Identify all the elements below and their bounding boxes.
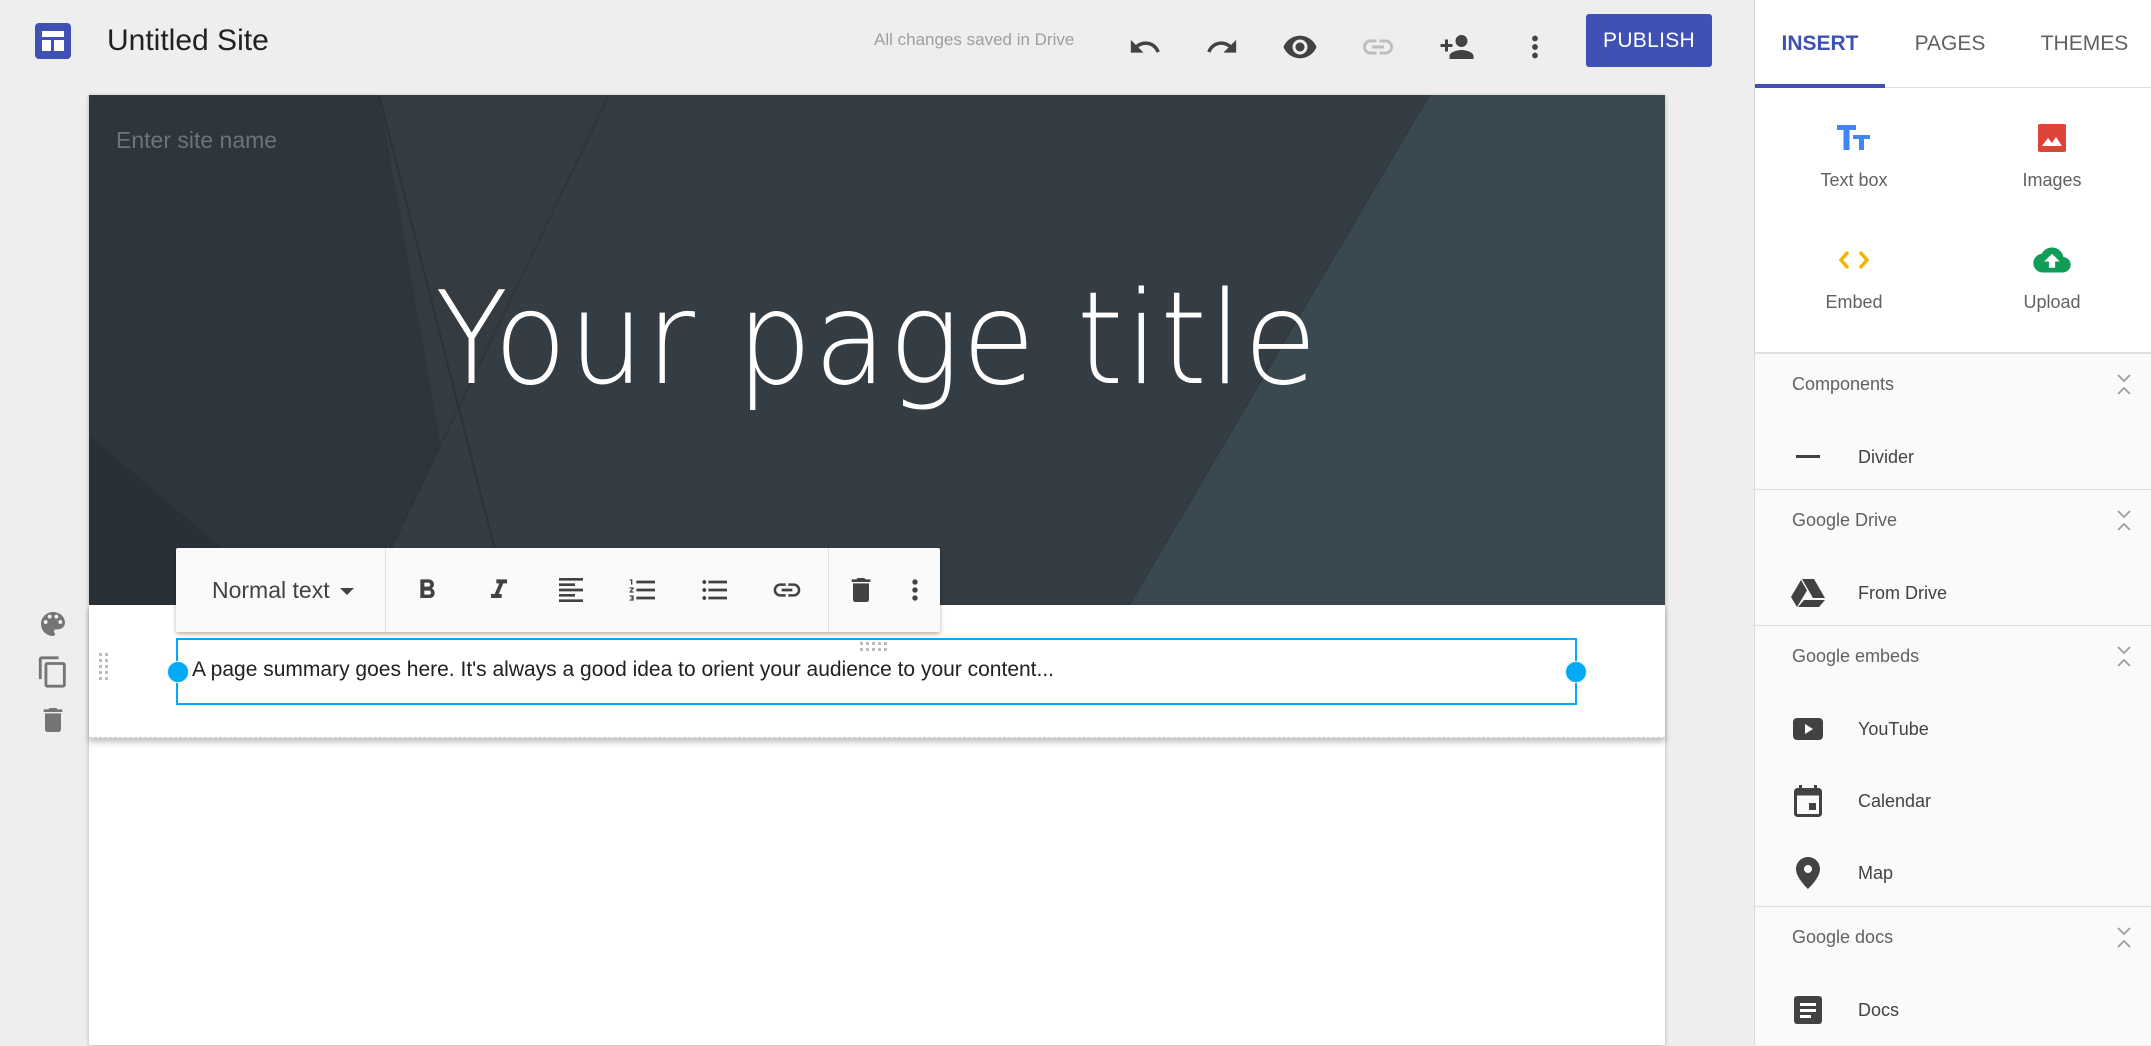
paragraph-style-label: Normal text [212,576,330,603]
docs-icon [1789,996,1827,1024]
publish-button[interactable]: PUBLISH [1586,14,1712,67]
youtube-icon [1789,718,1827,740]
paragraph-style-dropdown[interactable]: Normal text [176,548,386,632]
item-label: Calendar [1858,790,1932,811]
caret-down-icon [339,588,354,595]
panel-tabs: INSERT PAGES THEMES [1755,0,2151,88]
trash-icon [43,708,63,732]
insert-images[interactable]: Images [1953,88,2151,210]
align-left-icon [559,578,583,602]
insert-grid: Text box Images Embed Upload [1755,88,2151,353]
more-options-button[interactable] [1517,29,1553,65]
insert-link-button[interactable] [751,548,823,632]
copy-link-button[interactable] [1360,29,1396,65]
drive-icon [1789,578,1827,608]
item-label: From Drive [1858,582,1947,603]
numbered-list-button[interactable] [607,548,679,632]
share-button[interactable] [1439,29,1475,65]
undo-icon [1130,39,1160,53]
section-google-docs-header[interactable]: Google docs [1755,906,2151,970]
collapse-chevrons-icon[interactable] [2116,925,2132,951]
insert-divider[interactable]: Divider [1755,421,2151,493]
insert-docs[interactable]: Docs [1755,974,2151,1046]
image-icon [2037,118,2067,158]
insert-item-label: Upload [2023,292,2081,312]
align-left-button[interactable] [535,548,607,632]
italic-icon [491,579,507,598]
redo-icon [1207,39,1237,53]
insert-item-label: Embed [1825,292,1883,312]
eye-icon [1283,35,1317,59]
map-pin-icon [1789,857,1827,889]
save-status: All changes saved in Drive [874,30,1075,49]
divider-icon [1789,455,1827,459]
textbox-more-button[interactable] [893,548,937,632]
collapse-chevrons-icon[interactable] [2116,372,2132,398]
section-google-embeds-header[interactable]: Google embeds [1755,625,2151,689]
cloud-upload-icon [2033,240,2071,280]
section-title: Google embeds [1792,646,1920,666]
trash-icon [851,578,871,602]
insert-item-label: Images [2022,170,2082,190]
insert-youtube[interactable]: YouTube [1755,693,2151,765]
redo-button[interactable] [1204,29,1240,65]
page-title[interactable]: Your page title [144,265,1610,414]
section-drag-handle[interactable] [99,653,109,681]
copy-icon [38,656,66,688]
link-icon [1363,39,1393,55]
italic-button[interactable] [463,548,535,632]
resize-handle-right[interactable] [1565,661,1587,683]
delete-textbox-button[interactable] [829,548,893,632]
collapse-chevrons-icon[interactable] [2116,644,2132,670]
link-icon [773,583,801,597]
item-label: Map [1858,862,1894,883]
item-label: YouTube [1858,718,1929,739]
item-label: Divider [1858,446,1915,467]
bold-button[interactable] [391,548,463,632]
insert-upload[interactable]: Upload [1953,210,2151,332]
site-name-input[interactable]: Enter site name [116,127,277,154]
insert-calendar[interactable]: Calendar [1755,765,2151,837]
more-vert-icon [912,579,918,601]
collapse-chevrons-icon[interactable] [2116,508,2132,534]
summary-text[interactable]: A page summary goes here. It's always a … [192,658,1054,682]
insert-item-label: Text box [1820,170,1888,190]
textbox-drag-handle[interactable] [860,642,888,652]
preview-button[interactable] [1282,29,1318,65]
section-background-button[interactable] [36,607,70,641]
text-box-icon [1837,118,1871,158]
palette-icon [41,612,65,636]
more-vert-icon [1532,35,1538,59]
calendar-icon [1789,785,1827,817]
tab-themes[interactable]: THEMES [2017,0,2151,88]
section-components-header[interactable]: Components [1755,353,2151,417]
item-label: Docs [1858,999,1900,1020]
bold-icon [420,579,435,598]
google-sites-logo-icon[interactable] [35,23,71,59]
insert-embed[interactable]: Embed [1755,210,1953,332]
tab-pages[interactable]: PAGES [1885,0,2015,88]
page-header-banner[interactable]: Enter site name Your page title [89,95,1665,605]
resize-handle-left[interactable] [167,661,189,683]
insert-text-box[interactable]: Text box [1755,88,1953,210]
duplicate-section-button[interactable] [36,655,70,689]
insert-from-drive[interactable]: From Drive [1755,557,2151,629]
embed-code-icon [1838,240,1870,280]
section-title: Google Drive [1792,510,1898,530]
tab-insert[interactable]: INSERT [1755,0,1885,88]
section-title: Components [1792,374,1895,394]
bulleted-list-button[interactable] [679,548,751,632]
site-title[interactable]: Untitled Site [107,24,269,58]
bulleted-list-icon [702,580,727,600]
insert-panel: INSERT PAGES THEMES Text box Images Embe… [1754,0,2151,1045]
text-format-toolbar: Normal text [176,548,940,632]
numbered-list-icon [629,579,655,601]
section-title: Google docs [1792,927,1894,947]
section-google-drive-header[interactable]: Google Drive [1755,489,2151,553]
person-add-icon [1440,35,1474,59]
undo-button[interactable] [1127,29,1163,65]
insert-map[interactable]: Map [1755,837,2151,909]
delete-section-button[interactable] [36,703,70,737]
